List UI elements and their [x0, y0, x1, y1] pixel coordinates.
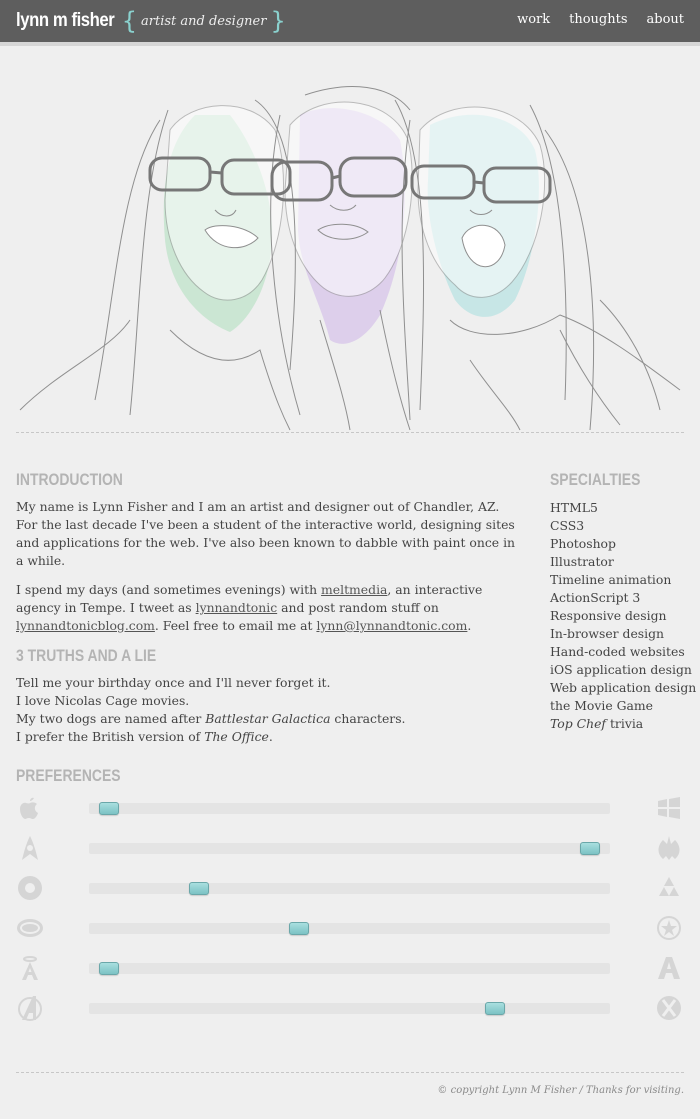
text-span: . Feel free to email me at	[154, 618, 317, 633]
intro-heading: INTRODUCTION	[16, 470, 123, 489]
site-tagline: artist and designer	[141, 13, 267, 29]
list-item: Photoshop	[550, 536, 616, 551]
site-brand[interactable]: lynn m fisher { artist and designer }	[16, 6, 286, 36]
divider-top	[16, 432, 684, 433]
divider-bottom	[16, 1072, 684, 1073]
angels-logo-icon	[22, 956, 38, 980]
list-item: Responsive design	[550, 608, 667, 623]
list-item: Illustrator	[550, 554, 614, 569]
text-span: characters.	[330, 711, 406, 726]
list-item: the Movie Game	[550, 698, 653, 713]
preference-row-angels-athletics	[0, 950, 700, 990]
text-span: My two dogs are named after	[16, 711, 206, 726]
preference-track[interactable]	[89, 802, 610, 815]
link-blog[interactable]: lynnandtonicblog.com	[16, 618, 155, 633]
preference-slider-handle[interactable]	[99, 802, 119, 815]
preference-slider-handle[interactable]	[289, 922, 309, 935]
main-nav: work thoughts about	[517, 12, 684, 27]
rebel-alliance-icon	[658, 836, 680, 860]
intro-paragraph-2: I spend my days (and sometimes evenings)…	[16, 581, 521, 635]
link-email[interactable]: lynn@lynnandtonic.com	[316, 618, 467, 633]
brace-open: {	[121, 7, 138, 35]
specialties-list: HTML5 CSS3 Photoshop Illustrator Timelin…	[550, 499, 697, 733]
list-item: iOS application design	[550, 662, 692, 677]
preference-row-starfleet-rebel	[0, 830, 700, 870]
preference-track[interactable]	[89, 882, 610, 895]
list-item: ActionScript 3	[550, 590, 641, 605]
link-meltmedia[interactable]: meltmedia	[321, 582, 387, 597]
text-span: .	[268, 729, 273, 744]
athletics-logo-icon	[658, 957, 680, 979]
star-badge-icon	[657, 916, 681, 940]
preference-row-apple-windows	[0, 790, 700, 830]
nav-work[interactable]: work	[517, 12, 550, 27]
truth-line-2: I love Nicolas Cage movies.	[16, 693, 190, 708]
list-item: Timeline animation	[550, 572, 672, 587]
site-name[interactable]: lynn m fisher	[16, 10, 115, 32]
lifesaver-candy-icon	[18, 876, 42, 900]
preference-row-vote-star	[0, 910, 700, 950]
nav-about[interactable]: about	[647, 12, 685, 27]
text-span: I prefer the British version of	[16, 729, 205, 744]
specialties-section: SPECIALTIES HTML5 CSS3 Photoshop Illustr…	[550, 470, 697, 733]
truths-heading: 3 TRUTHS AND A LIE	[16, 646, 157, 665]
list-item: Hand-coded websites	[550, 644, 685, 659]
truths-list: Tell me your birthday once and I'll neve…	[16, 674, 521, 746]
nav-thoughts[interactable]: thoughts	[569, 12, 627, 27]
text-span: and post random stuff on	[277, 600, 439, 615]
windows-icon	[658, 797, 680, 819]
apple-icon	[20, 797, 38, 819]
preference-track[interactable]	[89, 842, 610, 855]
preference-row-avengers-xbox	[0, 990, 700, 1030]
brace-close: }	[270, 7, 286, 35]
list-item: In-browser design	[550, 626, 665, 641]
preference-row-lifesaver-triforce	[0, 870, 700, 910]
truth-line-1: Tell me your birthday once and I'll neve…	[16, 675, 331, 690]
preference-track[interactable]	[89, 962, 610, 975]
list-item: HTML5	[550, 500, 598, 515]
link-twitter[interactable]: lynnandtonic	[196, 600, 278, 615]
main-content: INTRODUCTION My name is Lynn Fisher and …	[16, 470, 521, 746]
xbox-logo-icon	[657, 996, 681, 1020]
top-bar: lynn m fisher { artist and designer } wo…	[0, 0, 700, 46]
starfleet-icon	[22, 836, 38, 860]
vote-badge-icon	[17, 919, 43, 937]
truth-line-4: I prefer the British version of The Offi…	[16, 728, 521, 746]
footer-copyright: © copyright Lynn M Fisher / Thanks for v…	[437, 1085, 684, 1096]
preference-slider-handle[interactable]	[189, 882, 209, 895]
text-span: .	[467, 618, 472, 633]
avengers-logo-icon	[18, 996, 42, 1021]
text-span: I spend my days (and sometimes evenings)…	[16, 582, 322, 597]
emphasis: Battlestar Galactica	[205, 711, 331, 726]
list-item: Web application design	[550, 680, 697, 695]
specialties-heading: SPECIALTIES	[550, 470, 641, 489]
preference-slider-handle[interactable]	[99, 962, 119, 975]
intro-paragraph-1: My name is Lynn Fisher and I am an artis…	[16, 499, 516, 568]
truth-line-3: My two dogs are named after Battlestar G…	[16, 710, 521, 728]
preferences-heading: PREFERENCES	[16, 766, 121, 785]
text-span: trivia	[606, 716, 644, 731]
emphasis: The Office	[204, 729, 269, 744]
preference-slider-handle[interactable]	[580, 842, 600, 855]
triforce-icon	[659, 877, 679, 896]
portrait-illustration	[19, 86, 681, 431]
list-item: CSS3	[550, 518, 585, 533]
list-item: Top Chef trivia	[550, 715, 690, 733]
emphasis: Top Chef	[550, 716, 607, 731]
preference-track[interactable]	[89, 1002, 610, 1015]
preference-track[interactable]	[89, 922, 610, 935]
preference-slider-handle[interactable]	[485, 1002, 505, 1015]
